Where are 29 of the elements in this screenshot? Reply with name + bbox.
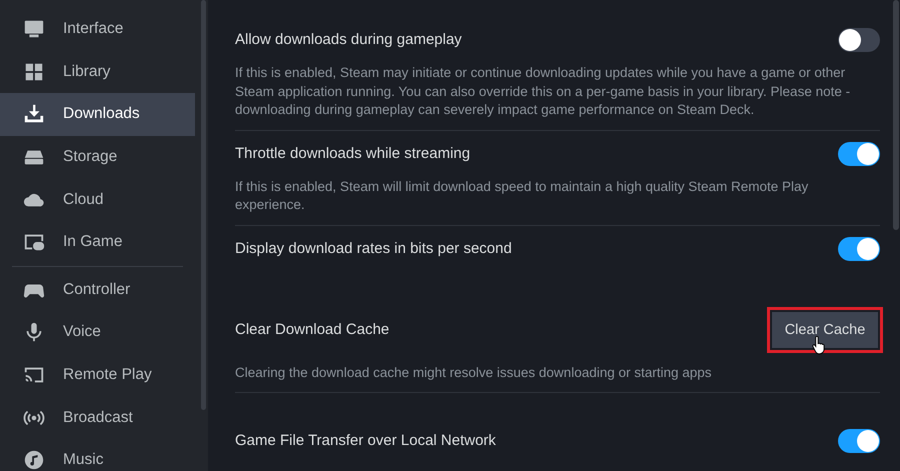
setting-description: If this is enabled, Steam may initiate or continue downloading updates while you have a game or other Steam application running. You can also override this on a per-game basis in your library. Please note - downloading during gameplay can severely impact game performance on Steam Deck. bbox=[235, 64, 852, 119]
scrollbar[interactable] bbox=[893, 0, 899, 230]
sidebar-item[interactable]: Voice bbox=[0, 311, 195, 354]
scrollbar[interactable] bbox=[195, 0, 208, 471]
setting-title: Allow downloads during gameplay bbox=[235, 30, 462, 50]
sidebar-item[interactable]: Downloads bbox=[0, 93, 195, 136]
setting-description: If this is enabled, Steam will limit download speed to maintain a high quality Steam Remote Play experience. bbox=[235, 178, 810, 214]
download-icon bbox=[23, 103, 45, 126]
sidebar-item[interactable]: Library bbox=[0, 50, 195, 94]
setting-title: Clear Download Cache bbox=[235, 320, 390, 340]
toggle-switch[interactable] bbox=[838, 28, 880, 52]
setting-title: Throttle downloads while streaming bbox=[235, 144, 470, 164]
setting-description: Clearing the download cache might resolve issues downloading or starting apps bbox=[235, 364, 713, 382]
monitor-icon bbox=[23, 18, 45, 40]
toggle-switch[interactable] bbox=[838, 142, 880, 166]
toggle-switch[interactable] bbox=[838, 429, 880, 453]
sidebar-item[interactable]: In Game bbox=[0, 220, 195, 264]
sidebar-item[interactable]: Controller bbox=[0, 268, 195, 312]
sidebar-item[interactable]: Storage bbox=[0, 136, 195, 178]
hand-cursor-icon bbox=[812, 336, 825, 354]
sidebar-item[interactable]: Remote Play bbox=[0, 354, 195, 396]
sidebar-item[interactable]: Broadcast bbox=[0, 396, 195, 439]
clear-cache-button[interactable]: Clear Cache bbox=[772, 312, 878, 348]
setting-title: Display download rates in bits per second bbox=[235, 238, 512, 258]
sidebar-item[interactable]: Cloud bbox=[0, 178, 195, 221]
toggle-switch[interactable] bbox=[838, 236, 880, 260]
sidebar-item[interactable]: Music bbox=[0, 438, 195, 471]
sidebar-item[interactable]: Interface bbox=[0, 8, 195, 51]
setting-title: Game File Transfer over Local Network bbox=[235, 431, 496, 451]
